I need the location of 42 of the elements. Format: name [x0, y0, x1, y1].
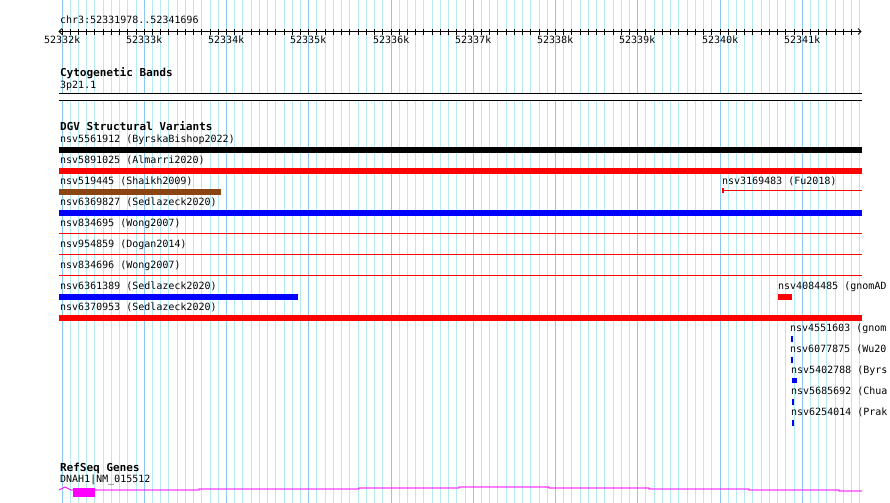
- variant-bar[interactable]: [59, 294, 298, 300]
- track-title: Cytogenetic Bands: [60, 67, 173, 79]
- variant-bar[interactable]: [59, 189, 221, 195]
- variant-label: nsv6370953 (Sedlazeck2020): [60, 302, 217, 314]
- variant-label: nsv954859 (Dogan2014): [60, 239, 186, 251]
- variant-label: nsv4084485 (gnomAD: [778, 281, 886, 293]
- variant-label: nsv5402788 (Byrs: [791, 365, 888, 377]
- track-title: DGV Structural Variants: [60, 121, 212, 133]
- variant-bar[interactable]: [59, 147, 862, 153]
- variant-bar[interactable]: [59, 210, 862, 216]
- variant-label: nsv5561912 (ByrskaBishop2022): [60, 134, 235, 146]
- ruler-tick-label: 52337k: [455, 35, 492, 47]
- ruler-tick-label: 52332k: [44, 35, 80, 47]
- ruler-tick-label: 52334k: [208, 35, 244, 47]
- variant-bar[interactable]: [59, 168, 862, 174]
- ruler-tick-label: 52338k: [537, 35, 574, 47]
- variant-label: nsv519445 (Shaikh2009): [60, 176, 192, 188]
- location-range: chr3:52331978..52341696: [60, 15, 198, 27]
- variant-label: nsv5891025 (Almarri2020): [60, 155, 204, 167]
- band-label: 3p21.1: [60, 80, 96, 92]
- variant-label: nsv6254014 (Prak: [791, 407, 888, 419]
- variant-bar[interactable]: [778, 294, 792, 300]
- ruler-tick-label: 52340k: [702, 35, 738, 47]
- variant-bar[interactable]: [59, 315, 862, 321]
- gene-model[interactable]: [59, 486, 862, 498]
- variant-bar[interactable]: [792, 378, 797, 383]
- variant-label: nsv6361389 (Sedlazeck2020): [60, 281, 217, 293]
- ruler-tick-label: 52341k: [784, 35, 820, 47]
- variant-label: nsv3169483 (Fu2018): [722, 176, 836, 188]
- variant-label: nsv834695 (Wong2007): [60, 218, 180, 230]
- variant-label: nsv4551603 (gnom: [790, 323, 886, 335]
- variant-label: nsv834696 (Wong2007): [60, 260, 180, 272]
- variant-label: nsv5685692 (Chua: [791, 386, 888, 398]
- variant-label: nsv6369827 (Sedlazeck2020): [60, 197, 217, 209]
- ruler-tick-label: 52339k: [619, 35, 656, 47]
- ruler-tick-label: 52333k: [126, 35, 162, 47]
- variant-label: nsv6077875 (Wu20: [790, 344, 886, 356]
- gene-label: DNAH1|NM_015512: [60, 474, 150, 486]
- ruler-tick-label: 52335k: [290, 35, 326, 47]
- ruler-tick-label: 52336k: [373, 35, 410, 47]
- track-title: RefSeq Genes: [60, 462, 140, 474]
- variant-line[interactable]: [722, 188, 862, 193]
